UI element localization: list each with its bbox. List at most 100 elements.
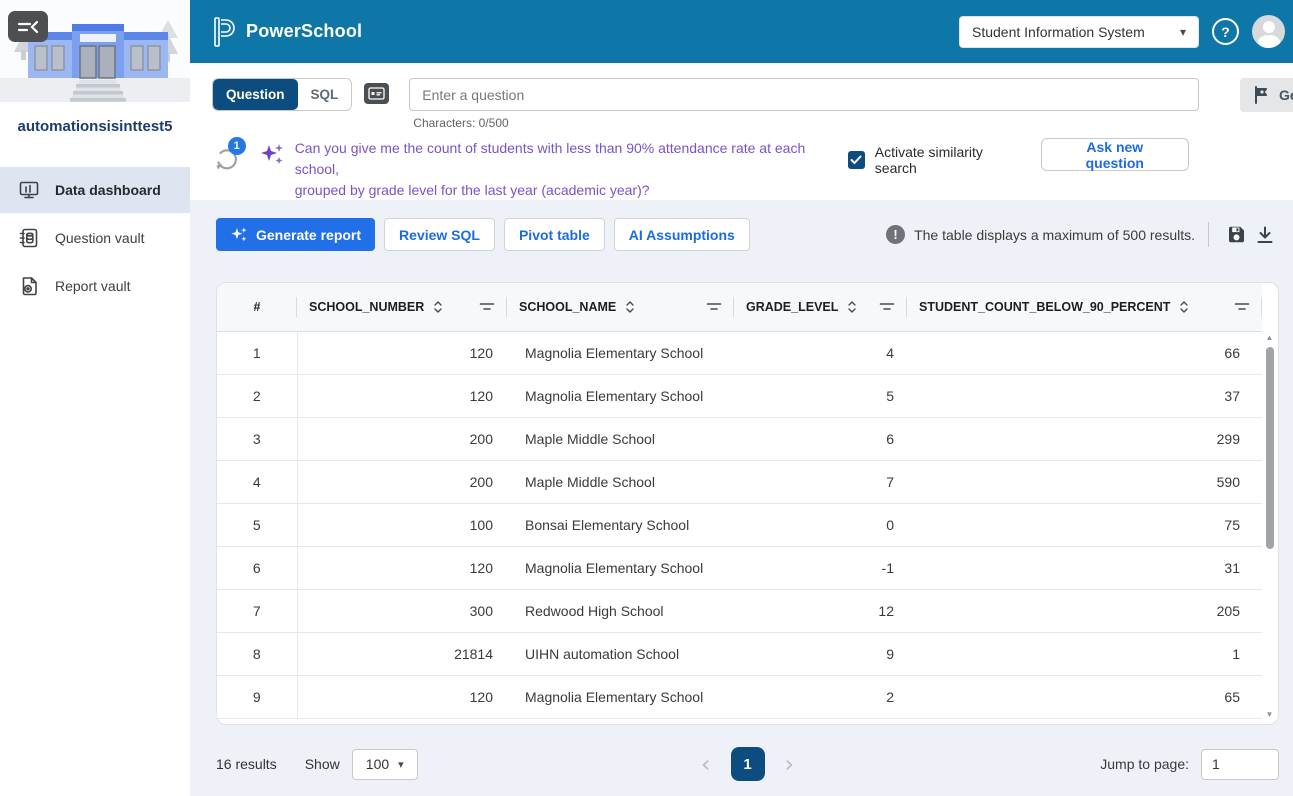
row-index-cell: 3 <box>217 417 297 460</box>
scroll-down-icon[interactable]: ▼ <box>1263 709 1276 721</box>
results-table-card: # SCHOOL_NUMBER <box>216 282 1279 725</box>
grade-level-cell: 7 <box>734 460 907 503</box>
table-row[interactable]: 5100Bonsai Elementary School075 <box>217 503 1262 546</box>
check-icon <box>850 155 862 165</box>
filter-icon[interactable] <box>1234 301 1250 312</box>
sort-icon[interactable] <box>847 299 857 315</box>
question-vault-icon <box>18 227 40 249</box>
current-page-button[interactable]: 1 <box>731 747 765 781</box>
caret-down-icon: ▾ <box>398 758 404 771</box>
mode-toggle: Question SQL <box>212 78 352 111</box>
scrollbar-thumb[interactable] <box>1266 347 1274 549</box>
tab-sql[interactable]: SQL <box>298 79 352 110</box>
user-avatar[interactable] <box>1252 15 1285 48</box>
table-row[interactable]: 3200Maple Middle School6299 <box>217 417 1262 460</box>
asked-question-text: Can you give me the count of students wi… <box>295 138 848 201</box>
sort-icon[interactable] <box>433 299 443 315</box>
sidebar-collapse-button[interactable] <box>8 11 48 42</box>
filter-icon[interactable] <box>879 301 895 312</box>
question-history-button[interactable]: 1 <box>212 140 245 174</box>
help-button[interactable]: ? <box>1212 18 1239 45</box>
grade-level-cell: 2 <box>734 675 907 718</box>
grade-level-cell: 12 <box>734 589 907 632</box>
school-name-cell: UIHN automation School <box>507 632 734 675</box>
ai-assumptions-button[interactable]: AI Assumptions <box>614 218 750 251</box>
table-row[interactable]: 9120Magnolia Elementary School265 <box>217 675 1262 718</box>
collapse-menu-icon <box>17 19 39 35</box>
student-count-cell: 66 <box>907 331 1262 374</box>
tab-question[interactable]: Question <box>213 79 298 110</box>
show-label: Show <box>305 756 340 772</box>
column-header-index[interactable]: # <box>217 283 297 331</box>
column-header-student-count[interactable]: STUDENT_COUNT_BELOW_90_PERCENT <box>907 283 1262 331</box>
school-name-cell: Redwood High School <box>507 589 734 632</box>
save-icon <box>1226 224 1247 245</box>
sort-icon[interactable] <box>625 299 635 315</box>
sort-icon[interactable] <box>1179 299 1189 315</box>
brand-name: PowerSchool <box>246 21 362 42</box>
main-column: PowerSchool Student Information System ▾… <box>190 0 1293 796</box>
similarity-search-label: Activate similarity search <box>875 144 1023 176</box>
table-row[interactable]: 6120Magnolia Elementary School-131 <box>217 546 1262 589</box>
page-size-dropdown[interactable]: 100 ▾ <box>352 749 418 780</box>
table-row[interactable]: 2120Magnolia Elementary School537 <box>217 374 1262 417</box>
pivot-table-button[interactable]: Pivot table <box>504 218 605 251</box>
column-header-school-number[interactable]: SCHOOL_NUMBER <box>297 283 507 331</box>
row-index-cell: 6 <box>217 546 297 589</box>
grade-level-cell: 9 <box>734 632 907 675</box>
cards-icon <box>368 87 385 100</box>
history-count-badge: 1 <box>228 137 246 155</box>
student-count-cell: 31 <box>907 546 1262 589</box>
generate-flag-icon <box>1253 86 1270 104</box>
table-row[interactable]: 821814UIHN automation School91 <box>217 632 1262 675</box>
download-icon <box>1255 225 1275 245</box>
filter-icon[interactable] <box>706 301 722 312</box>
column-header-grade-level[interactable]: GRADE_LEVEL <box>734 283 907 331</box>
generate-button[interactable]: Generate <box>1240 78 1293 112</box>
column-header-school-name[interactable]: SCHOOL_NAME <box>507 283 734 331</box>
example-questions-button[interactable] <box>364 83 389 104</box>
table-row[interactable]: 1120Magnolia Elementary School466 <box>217 331 1262 374</box>
school-illustration <box>0 0 190 102</box>
ai-sparkle-icon <box>259 142 285 168</box>
download-button[interactable] <box>1251 221 1279 249</box>
divider <box>1208 222 1209 247</box>
row-index-cell: 2 <box>217 374 297 417</box>
grade-level-cell: -1 <box>734 546 907 589</box>
review-sql-button[interactable]: Review SQL <box>384 218 495 251</box>
table-row[interactable]: 7300Redwood High School12205 <box>217 589 1262 632</box>
caret-down-icon: ▾ <box>1180 25 1186 39</box>
similarity-search-checkbox[interactable] <box>848 151 865 169</box>
top-bar: PowerSchool Student Information System ▾… <box>190 0 1293 63</box>
product-selector-dropdown[interactable]: Student Information System ▾ <box>959 16 1199 48</box>
student-count-cell: 590 <box>907 460 1262 503</box>
filter-icon[interactable] <box>479 301 495 312</box>
table-row[interactable]: 4200Maple Middle School7590 <box>217 460 1262 503</box>
sidebar-item-label: Question vault <box>55 230 145 246</box>
row-index-cell: 7 <box>217 589 297 632</box>
school-name-cell: Magnolia Elementary School <box>507 331 734 374</box>
grade-level-cell: 6 <box>734 417 907 460</box>
row-index-cell: 5 <box>217 503 297 546</box>
avatar-person-icon <box>1263 21 1275 33</box>
next-page-button[interactable]: › <box>781 752 799 776</box>
student-count-cell: 75 <box>907 503 1262 546</box>
row-index-cell: 9 <box>217 675 297 718</box>
info-icon: ! <box>886 225 905 244</box>
sidebar-item-data-dashboard[interactable]: Data dashboard <box>0 167 190 213</box>
table-scrollbar[interactable]: ▲ ▼ <box>1263 332 1276 721</box>
question-input[interactable] <box>409 78 1199 111</box>
sidebar-item-question-vault[interactable]: Question vault <box>0 215 190 261</box>
school-number-cell: 120 <box>297 331 507 374</box>
table-footer: 16 results Show 100 ▾ ‹ 1 › Jump to page… <box>216 747 1279 781</box>
save-report-button[interactable] <box>1222 220 1251 249</box>
help-icon: ? <box>1221 24 1230 40</box>
jump-to-page-input[interactable] <box>1201 749 1279 780</box>
ask-new-question-button[interactable]: Ask new question <box>1041 138 1189 171</box>
generate-report-button[interactable]: Generate report <box>216 218 375 251</box>
previous-page-button[interactable]: ‹ <box>697 752 715 776</box>
school-name-cell: Maple Middle School <box>507 417 734 460</box>
product-selector-value: Student Information System <box>972 24 1180 40</box>
scroll-up-icon[interactable]: ▲ <box>1263 332 1276 344</box>
sidebar-item-report-vault[interactable]: Report vault <box>0 263 190 309</box>
